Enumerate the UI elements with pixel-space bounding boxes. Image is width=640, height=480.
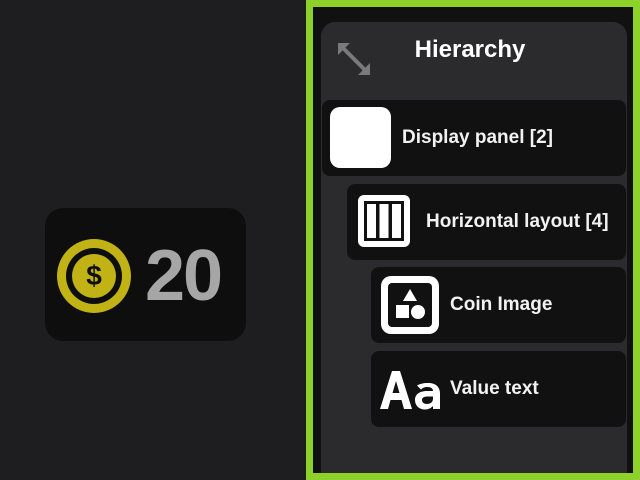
hierarchy-item-value-text[interactable]: Value text bbox=[371, 351, 626, 427]
hierarchy-item-label: Display panel [2] bbox=[402, 127, 553, 148]
shapes-image-icon bbox=[381, 276, 439, 334]
coin-value-text: 20 bbox=[145, 236, 223, 316]
resize-icon[interactable] bbox=[335, 40, 373, 78]
hierarchy-item-horizontal-layout[interactable]: Horizontal layout [4] bbox=[347, 184, 626, 260]
columns-layout-icon bbox=[358, 195, 410, 247]
coin-counter-widget: $ 20 bbox=[45, 208, 246, 341]
text-aa-icon bbox=[380, 371, 440, 410]
white-square-icon bbox=[330, 107, 391, 168]
dollar-coin-icon: $ bbox=[57, 239, 131, 313]
hierarchy-item-coin-image[interactable]: Coin Image bbox=[371, 267, 626, 343]
hierarchy-item-label: Value text bbox=[450, 378, 539, 399]
hierarchy-item-label: Horizontal layout [4] bbox=[426, 211, 609, 232]
panel-title: Hierarchy bbox=[414, 36, 526, 63]
svg-text:$: $ bbox=[86, 260, 102, 291]
hierarchy-item-display-panel[interactable]: Display panel [2] bbox=[322, 100, 626, 176]
hierarchy-item-label: Coin Image bbox=[450, 294, 553, 315]
